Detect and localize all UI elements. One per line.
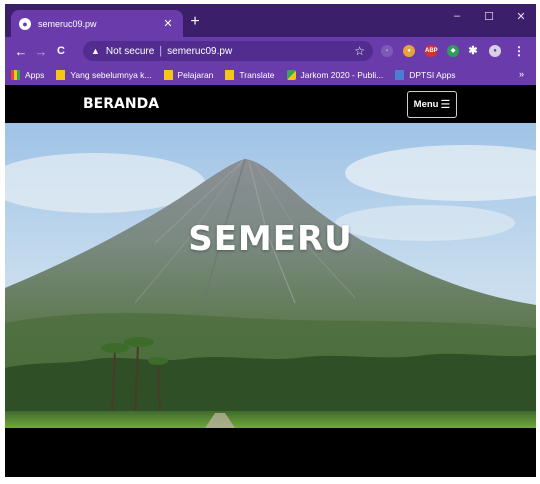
bookmark-apps[interactable]: Apps (11, 70, 44, 80)
tab-close-icon[interactable]: ✕ (161, 17, 175, 30)
menu-button[interactable]: Menu ☰ (407, 91, 457, 118)
dptsi-icon (395, 70, 405, 80)
security-status: Not secure (105, 45, 155, 57)
folder-icon (225, 70, 235, 80)
bookmark-translate[interactable]: Translate (225, 70, 275, 80)
back-button[interactable]: ← (11, 44, 31, 59)
tab-strip: ● semeruc09.pw ✕ + – ☐ ✕ (5, 4, 536, 37)
globe-icon: ● (19, 17, 31, 30)
globe-extension-icon[interactable]: ◆ (447, 45, 459, 57)
avatar[interactable]: ● (489, 45, 501, 57)
adblock-extension-icon[interactable]: ABP (425, 45, 438, 57)
maximize-button[interactable]: ☐ (478, 10, 500, 23)
cookie-extension-icon[interactable]: ● (403, 45, 415, 57)
site-navbar: BERANDA Menu ☰ (5, 85, 536, 123)
apps-grid-icon (11, 70, 20, 80)
hero-title: SEMERU (188, 219, 353, 259)
tab-title: semeruc09.pw (38, 18, 97, 29)
browser-toolbar: ← → C ▲ Not secure | semeruc09.pw ☆ ▪ ● … (5, 37, 536, 65)
omnibox-separator: | (159, 45, 163, 57)
bookmark-pelajaran[interactable]: Pelajaran (163, 70, 213, 80)
puzzle-icon[interactable]: ✱ (467, 45, 479, 57)
bookmark-folder[interactable]: Yang sebelumnya k... (56, 70, 152, 80)
bookmarks-bar: Apps Yang sebelumnya k... Pelajaran Tran… (5, 65, 536, 85)
folder-icon (163, 70, 173, 80)
drive-icon (286, 70, 296, 80)
reload-button[interactable]: C (51, 45, 71, 57)
mountain-photo (5, 123, 536, 428)
warning-icon[interactable]: ▲ (91, 46, 100, 56)
tab-active[interactable]: ● semeruc09.pw ✕ (11, 10, 183, 37)
new-tab-button[interactable]: + (187, 14, 203, 30)
menu-label: Menu (413, 99, 439, 110)
forward-button[interactable]: → (31, 44, 51, 59)
extension-icon[interactable]: ▪ (381, 45, 393, 57)
url-text[interactable]: semeruc09.pw (167, 46, 354, 57)
kebab-menu-icon[interactable]: ⋮ (513, 45, 525, 57)
hamburger-icon: ☰ (440, 99, 451, 111)
folder-icon (56, 70, 66, 80)
page-bottom-area (5, 428, 536, 477)
close-window-button[interactable]: ✕ (510, 10, 532, 23)
bookmark-star-icon[interactable]: ☆ (354, 44, 365, 58)
address-bar[interactable]: ▲ Not secure | semeruc09.pw ☆ (83, 41, 373, 61)
web-page: BERANDA Menu ☰ SEMERU (5, 85, 536, 477)
hero-section: SEMERU (5, 123, 536, 428)
bookmark-dptsi[interactable]: DPTSI Apps (395, 70, 456, 80)
bookmark-jarkom[interactable]: Jarkom 2020 - Publi... (286, 70, 383, 80)
minimize-button[interactable]: – (446, 10, 468, 22)
site-brand-link[interactable]: BERANDA (83, 96, 159, 112)
bookmarks-overflow-icon[interactable]: » (519, 69, 524, 79)
browser-window: ● semeruc09.pw ✕ + – ☐ ✕ ← → C ▲ Not sec… (5, 4, 536, 477)
